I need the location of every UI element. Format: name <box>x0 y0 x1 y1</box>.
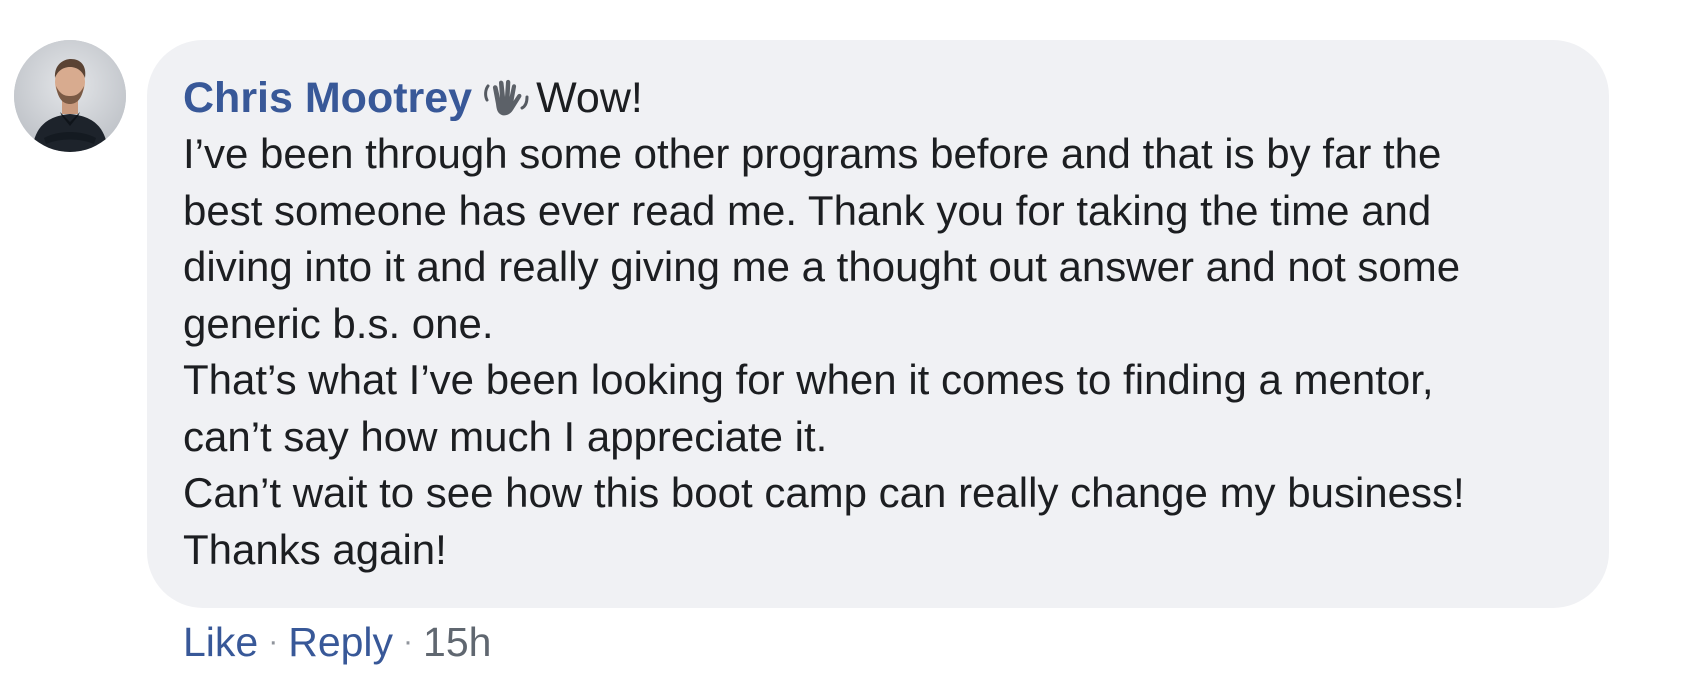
comment-bubble: Chris Mootrey Wow! I’ve been through som… <box>147 40 1609 608</box>
comment-text-line: Thanks again! <box>183 525 447 573</box>
comment: Chris Mootrey Wow! I’ve been through som… <box>0 0 1690 684</box>
waving-hand-icon <box>482 74 530 122</box>
comment-first-line: Chris Mootrey Wow! <box>183 70 1549 126</box>
separator-dot: · <box>403 625 414 658</box>
comment-author-name[interactable]: Chris Mootrey <box>183 70 472 126</box>
comment-opener-text: Wow! <box>536 74 643 122</box>
comment-actions: Like · Reply · 15h <box>183 614 491 670</box>
profile-photo <box>14 40 126 152</box>
comment-text-line: That’s what I’ve been looking for when i… <box>183 356 1434 403</box>
comment-timestamp[interactable]: 15h <box>423 619 491 666</box>
like-link[interactable]: Like <box>183 619 258 666</box>
comment-text: I’ve been through some other programs be… <box>183 126 1549 578</box>
comment-text-line: Can’t wait to see how this boot camp can… <box>183 469 1465 516</box>
comment-text-line: I’ve been through some other programs be… <box>183 130 1442 177</box>
comment-text-line: generic b.s. one. <box>183 299 494 347</box>
separator-dot: · <box>268 625 279 658</box>
comment-text-line: best someone has ever read me. Thank you… <box>183 186 1432 234</box>
avatar[interactable] <box>14 40 126 152</box>
comment-text-line: diving into it and really giving me a th… <box>183 243 1461 290</box>
reply-link[interactable]: Reply <box>288 619 393 666</box>
comment-text-line: can’t say how much I appreciate it. <box>183 412 828 460</box>
